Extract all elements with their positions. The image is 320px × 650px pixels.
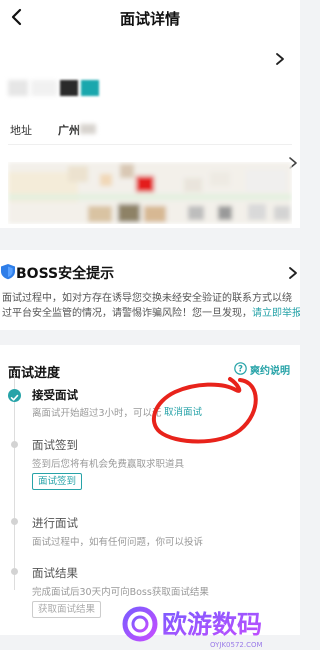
address-label: 地址	[10, 124, 32, 137]
page-title: 面试详情	[119, 10, 180, 28]
step-result-title: 面试结果	[32, 566, 78, 580]
report-link[interactable]: 请立即举报	[252, 308, 300, 319]
safety-text: 面试过程中，如对方存在诱导您交换未经安全验证的联系方式以绕 过平台安全监管的情况…	[2, 292, 300, 321]
get-result-button[interactable]: 获取面试结果	[32, 601, 102, 618]
step-pending-dot	[11, 568, 18, 575]
chevron-right-icon[interactable]	[274, 52, 286, 66]
contract-link[interactable]: 爽约说明	[250, 362, 290, 377]
step-checkin-title: 面试签到	[32, 438, 78, 452]
step-accept-desc: 离面试开始超过3小时，可以无	[32, 408, 162, 419]
top-bar: 面试详情	[0, 0, 300, 36]
step-pending-dot	[11, 441, 18, 448]
safety-text-line-2: 过平台安全监管的情况，请警惕诈骗风险！您一旦发现，请立即举报	[2, 307, 300, 322]
safety-tips-card[interactable]: BOSS安全提示 面试过程中，如对方存在诱导您交换未经安全验证的联系方式以绕 过…	[0, 250, 300, 330]
blurred-map[interactable]	[8, 162, 292, 224]
step-accept-title: 接受面试	[32, 388, 78, 402]
checkin-button[interactable]: 面试签到	[32, 473, 83, 490]
svg-text:?: ?	[238, 365, 243, 375]
step-done-dot	[8, 389, 21, 402]
step-result-desc: 完成面试后30天内可向Boss获取面试结果	[32, 587, 209, 598]
watermark-url: OYJK0572.COM	[210, 641, 263, 649]
step-checkin-desc: 签到后您将有机会免费赢取求职道具	[32, 459, 185, 470]
info-icon[interactable]: ?	[234, 362, 247, 375]
job-info-card[interactable]: 地址 广州	[0, 36, 300, 228]
blurred-job-info	[8, 80, 99, 96]
check-icon	[10, 394, 19, 401]
safety-text-prefix: 过平台安全监管的情况，请警惕诈骗风险！您一旦发现，	[2, 307, 252, 319]
chevron-right-icon[interactable]	[288, 266, 298, 280]
safety-title: BOSS安全提示	[16, 266, 115, 282]
address-value: 广州	[58, 124, 80, 137]
shield-icon	[1, 264, 15, 280]
timeline-line	[14, 388, 15, 590]
blurred-address	[80, 124, 96, 134]
step-ongoing-desc: 面试过程中，如有任何问题，你可以投诉	[32, 537, 204, 548]
safety-text-line-1: 面试过程中，如对方存在诱导您交换未经安全验证的联系方式以绕	[2, 293, 292, 304]
step-ongoing-title: 进行面试	[32, 516, 78, 530]
cancel-interview-link[interactable]: 取消面试	[164, 404, 202, 418]
divider	[8, 144, 292, 145]
progress-title: 面试进度	[8, 366, 61, 381]
step-pending-dot	[11, 518, 18, 525]
